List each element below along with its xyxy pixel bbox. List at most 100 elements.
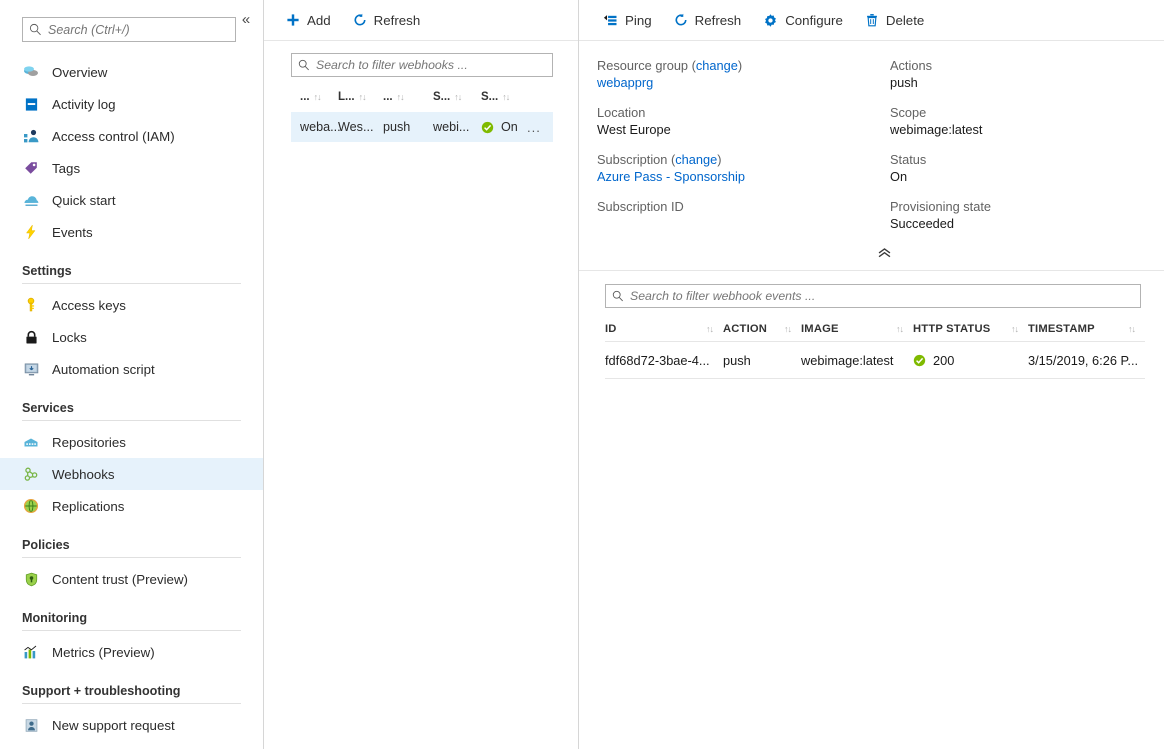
sidebar-item-label: Access control (IAM): [52, 129, 175, 144]
sidebar-item-new-support-request[interactable]: New support request: [0, 709, 263, 741]
sidebar-group-services: Services: [0, 401, 263, 421]
automation-script-icon: [22, 360, 40, 378]
sort-icon: ↑↓: [896, 324, 903, 334]
tag-icon: [22, 159, 40, 177]
row-more-menu[interactable]: ...: [527, 120, 552, 135]
table-row[interactable]: weba... Wes... push webi... On ...: [291, 111, 553, 142]
property-key: Subscription (change): [597, 151, 890, 168]
column-header-status[interactable]: S...↑↓: [481, 91, 527, 103]
sidebar-item-label: Quick start: [52, 193, 116, 208]
column-header-label: L...: [338, 91, 355, 103]
column-header-label: ID: [605, 323, 617, 335]
cell-id: fdf68d72-3bae-4...: [605, 353, 723, 368]
sidebar-item-label: Metrics (Preview): [52, 645, 155, 660]
quick-start-icon: [22, 191, 40, 209]
cell-scope: webi...: [433, 120, 481, 134]
column-header-location[interactable]: L...↑↓: [338, 91, 383, 103]
column-header-id[interactable]: ID↑↓: [605, 323, 723, 335]
refresh-button[interactable]: Refresh: [353, 6, 421, 34]
property-key: Provisioning state: [890, 198, 1164, 215]
ping-button[interactable]: Ping: [603, 6, 652, 34]
webhooks-toolbar: Add Refresh: [264, 0, 578, 41]
property-resource-group: Resource group (change) webapprg: [597, 57, 890, 92]
sidebar-item-label: Access keys: [52, 298, 126, 313]
toolbar-button-label: Refresh: [695, 13, 742, 28]
column-header-http-status[interactable]: HTTP STATUS ↑↓: [913, 323, 1028, 335]
chevron-double-up-icon[interactable]: [877, 246, 892, 261]
events-search-wrap: Search to filter webhook events ...: [579, 271, 1164, 308]
add-button[interactable]: Add: [286, 6, 331, 34]
status-ok-icon: [481, 121, 494, 134]
webhooks-filter-input[interactable]: Search to filter webhooks ...: [291, 53, 553, 77]
events-icon: [22, 223, 40, 241]
property-actions: Actions push: [890, 57, 1164, 92]
sidebar-item-label: Locks: [52, 330, 87, 345]
sidebar-item-replications[interactable]: Replications: [0, 490, 263, 522]
cell-name: weba...: [291, 120, 338, 134]
webhooks-icon: [22, 465, 40, 483]
table-row[interactable]: fdf68d72-3bae-4... push webimage:latest …: [605, 341, 1145, 379]
webhook-detail-panel: Ping Refresh Configure Delete: [579, 0, 1164, 749]
configure-button[interactable]: Configure: [763, 6, 843, 34]
sidebar-item-webhooks[interactable]: Webhooks: [0, 458, 263, 490]
sidebar-item-label: Repositories: [52, 435, 126, 450]
column-header-name[interactable]: ...↑↓: [291, 91, 338, 103]
toolbar-button-label: Add: [307, 13, 331, 28]
column-header-scope[interactable]: S...↑↓: [433, 91, 481, 103]
column-header-image[interactable]: IMAGE ↑↓: [801, 323, 913, 335]
sidebar-group-support: Support + troubleshooting: [0, 684, 263, 704]
key-icon: [22, 296, 40, 314]
sidebar-item-quick-start[interactable]: Quick start: [0, 184, 263, 216]
overview-icon: [22, 63, 40, 81]
sidebar-item-automation-script[interactable]: Automation script: [0, 353, 263, 385]
sidebar-item-tags[interactable]: Tags: [0, 152, 263, 184]
sidebar-item-metrics[interactable]: Metrics (Preview): [0, 636, 263, 668]
column-header-action[interactable]: ACTION↑↓: [723, 323, 801, 335]
status-ok-icon: [913, 354, 926, 367]
refresh-button[interactable]: Refresh: [674, 6, 742, 34]
sidebar-item-access-keys[interactable]: Access keys: [0, 289, 263, 321]
properties-collapse-row: [579, 243, 1164, 263]
sidebar-primary-list: Overview Activity log Access control (IA…: [0, 56, 263, 248]
change-subscription-link[interactable]: change: [675, 152, 717, 167]
sidebar-item-access-control[interactable]: Access control (IAM): [0, 120, 263, 152]
delete-button[interactable]: Delete: [865, 6, 924, 34]
column-header-timestamp[interactable]: TIMESTAMP↑↓: [1028, 323, 1145, 335]
search-input[interactable]: Search (Ctrl+/): [22, 17, 236, 42]
property-value[interactable]: webapprg: [597, 74, 890, 92]
detail-toolbar: Ping Refresh Configure Delete: [579, 0, 1164, 41]
sidebar-item-content-trust[interactable]: Content trust (Preview): [0, 563, 263, 595]
sidebar-item-overview[interactable]: Overview: [0, 56, 263, 88]
column-header-label: ...: [300, 91, 310, 103]
property-key: Resource group (change): [597, 57, 890, 74]
property-key: Actions: [890, 57, 1164, 74]
events-filter-input[interactable]: Search to filter webhook events ...: [605, 284, 1141, 308]
sidebar-item-events[interactable]: Events: [0, 216, 263, 248]
search-icon: [29, 23, 42, 36]
sort-icon: ↑↓: [1011, 324, 1018, 334]
column-header-actions[interactable]: ...↑↓: [383, 91, 433, 103]
sidebar-collapse-button[interactable]: «: [235, 8, 257, 30]
toolbar-button-label: Delete: [886, 13, 924, 28]
sidebar-item-label: New support request: [52, 718, 175, 733]
column-header-label: HTTP STATUS: [913, 323, 990, 335]
lock-icon: [22, 328, 40, 346]
toolbar-button-label: Refresh: [374, 13, 421, 28]
property-value[interactable]: Azure Pass - Sponsorship: [597, 168, 890, 186]
property-status: Status On: [890, 151, 1164, 186]
sidebar-group-title: Settings: [22, 264, 241, 283]
change-resource-group-link[interactable]: change: [696, 58, 738, 73]
property-key-label: Resource group: [597, 58, 688, 73]
sidebar-item-label: Replications: [52, 499, 124, 514]
sort-icon: ↑↓: [454, 92, 461, 102]
sidebar-group-monitoring: Monitoring: [0, 611, 263, 631]
sidebar-group-policies: Policies: [0, 538, 263, 558]
sidebar-group-title: Services: [22, 401, 241, 420]
sidebar-item-label: Webhooks: [52, 467, 115, 482]
sidebar-item-locks[interactable]: Locks: [0, 321, 263, 353]
column-header-label: IMAGE: [801, 323, 839, 335]
replications-icon: [22, 497, 40, 515]
sidebar-item-repositories[interactable]: Repositories: [0, 426, 263, 458]
column-header-label: ...: [383, 91, 393, 103]
sidebar-item-activity-log[interactable]: Activity log: [0, 88, 263, 120]
